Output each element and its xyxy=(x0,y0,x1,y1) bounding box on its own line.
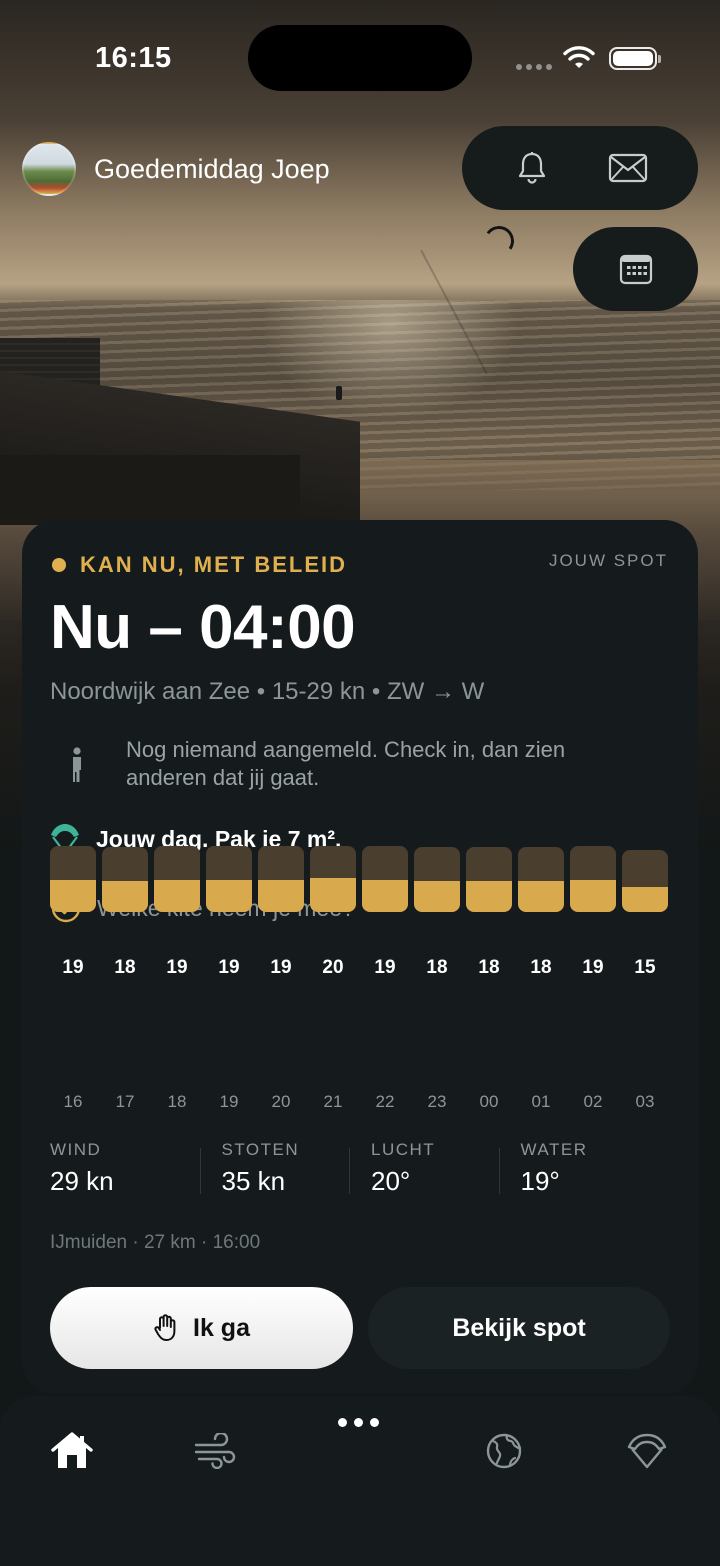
stat-label: WIND xyxy=(50,1140,102,1159)
hour-tick-label: 16 xyxy=(63,1092,83,1111)
bar-value-label: 19 xyxy=(218,957,240,978)
kitesurfer xyxy=(336,386,342,400)
bar-track xyxy=(154,846,200,912)
hour-tick-label: 03 xyxy=(635,1092,655,1111)
bar-track xyxy=(258,846,304,912)
bar-track xyxy=(102,847,148,912)
bar-track xyxy=(50,846,96,912)
bar-fill xyxy=(258,879,304,912)
spot-meta: Noordwijk aan Zee • 15-29 kn • ZW → W xyxy=(50,678,485,705)
hand-icon xyxy=(154,1314,176,1341)
status-label: KAN NU, MET BELEID xyxy=(80,552,347,577)
bar-track xyxy=(466,847,512,912)
bar-fill xyxy=(414,881,460,912)
session-status: KAN NU, MET BELEID xyxy=(52,552,347,578)
mail-icon xyxy=(608,153,648,183)
home-icon xyxy=(51,1432,93,1468)
conditions-stats: WIND 29 kn STOTEN 35 kn LUCHT 20° WATER … xyxy=(50,1140,670,1200)
bar-value-label: 19 xyxy=(374,957,396,978)
kite-in-sky xyxy=(481,223,517,259)
cellular-signal-icon xyxy=(516,64,552,70)
bar-fill xyxy=(50,879,96,912)
tab-kites[interactable] xyxy=(622,1426,672,1476)
notifications-button[interactable] xyxy=(502,138,562,198)
bar-value-label: 18 xyxy=(478,957,500,978)
spot-forecast-card: KAN NU, MET BELEID JOUW SPOT Nu – 04:00 … xyxy=(22,520,698,1394)
bar-track xyxy=(362,846,408,912)
bar-track xyxy=(570,846,616,912)
bar-track xyxy=(310,845,356,912)
kite-icon xyxy=(627,1433,667,1469)
calendar-icon xyxy=(619,254,652,285)
tab-explore[interactable] xyxy=(479,1426,529,1476)
dynamic-island xyxy=(248,25,472,91)
tab-bar xyxy=(0,1396,720,1566)
bar-fill xyxy=(362,879,408,912)
greeting: Goedemiddag Joep xyxy=(94,154,330,184)
check-in-button[interactable]: Ik ga xyxy=(50,1287,353,1369)
stat-water: WATER 19° xyxy=(498,1140,671,1200)
view-spot-label: Bekijk spot xyxy=(452,1313,586,1342)
bar-value-label: 19 xyxy=(582,957,604,978)
beach-house-wall xyxy=(0,455,300,525)
status-dot xyxy=(52,558,66,572)
hour-tick-label: 21 xyxy=(323,1092,343,1111)
time-window: Nu – 04:00 xyxy=(50,593,356,662)
bar-value-label: 18 xyxy=(530,957,552,978)
wind-icon xyxy=(194,1433,236,1469)
hour-tick-label: 20 xyxy=(271,1092,291,1111)
view-spot-button[interactable]: Bekijk spot xyxy=(368,1287,670,1369)
hour-tick-label: 19 xyxy=(219,1092,239,1111)
person-icon xyxy=(73,747,81,782)
hour-tick-label: 22 xyxy=(375,1092,395,1111)
wind-forecast-chart: 19 16 18 17 19 18 19 19 19 20 20 21 19 22 18 23 18 00 18 01… xyxy=(50,845,672,1122)
globe-icon xyxy=(486,1433,522,1469)
stat-value: 29 kn xyxy=(50,1166,114,1196)
measurement-source: IJmuiden · 27 km · 16:00 xyxy=(50,1232,261,1253)
hour-tick-label: 23 xyxy=(427,1092,447,1111)
bar-fill xyxy=(102,881,148,912)
bar-fill xyxy=(466,881,512,912)
spot-tag: JOUW SPOT xyxy=(548,551,668,570)
tab-wind[interactable] xyxy=(190,1426,240,1476)
bar-track xyxy=(414,847,460,912)
bar-fill xyxy=(518,881,564,912)
avatar[interactable] xyxy=(22,142,76,196)
more-icon[interactable] xyxy=(338,1418,379,1427)
stat-wind: WIND 29 kn xyxy=(50,1140,200,1200)
hour-tick-label: 17 xyxy=(115,1092,135,1111)
header-actions xyxy=(462,126,698,210)
bar-track xyxy=(622,850,668,912)
checkin-message: Nog niemand aangemeld. Check in, dan zie… xyxy=(126,737,566,790)
battery-icon xyxy=(609,47,661,70)
bar-fill xyxy=(622,886,668,912)
check-in-label: Ik ga xyxy=(193,1313,250,1342)
stat-value: 19° xyxy=(520,1166,560,1196)
bar-value-label: 18 xyxy=(426,957,448,978)
status-time: 16:15 xyxy=(95,42,172,74)
tab-home[interactable] xyxy=(47,1426,97,1476)
bar-track xyxy=(518,847,564,912)
hour-tick-label: 00 xyxy=(479,1092,499,1111)
bar-fill xyxy=(310,878,356,912)
stat-label: WATER xyxy=(520,1140,588,1159)
bar-value-label: 15 xyxy=(634,957,656,978)
bar-fill xyxy=(206,879,252,912)
hour-tick-label: 18 xyxy=(167,1092,187,1111)
bar-value-label: 19 xyxy=(166,957,188,978)
bar-value-label: 19 xyxy=(270,957,292,978)
hour-tick-label: 02 xyxy=(583,1092,603,1111)
bar-fill xyxy=(154,879,200,912)
wifi-icon xyxy=(563,46,595,68)
bar-fill xyxy=(570,879,616,912)
bell-icon xyxy=(518,152,546,184)
bar-value-label: 19 xyxy=(62,957,84,978)
bar-track xyxy=(206,846,252,912)
messages-button[interactable] xyxy=(598,138,658,198)
hour-tick-label: 01 xyxy=(531,1092,551,1111)
bar-value-label: 18 xyxy=(114,957,136,978)
bar-value-label: 20 xyxy=(322,957,344,978)
calendar-button[interactable] xyxy=(573,227,698,311)
